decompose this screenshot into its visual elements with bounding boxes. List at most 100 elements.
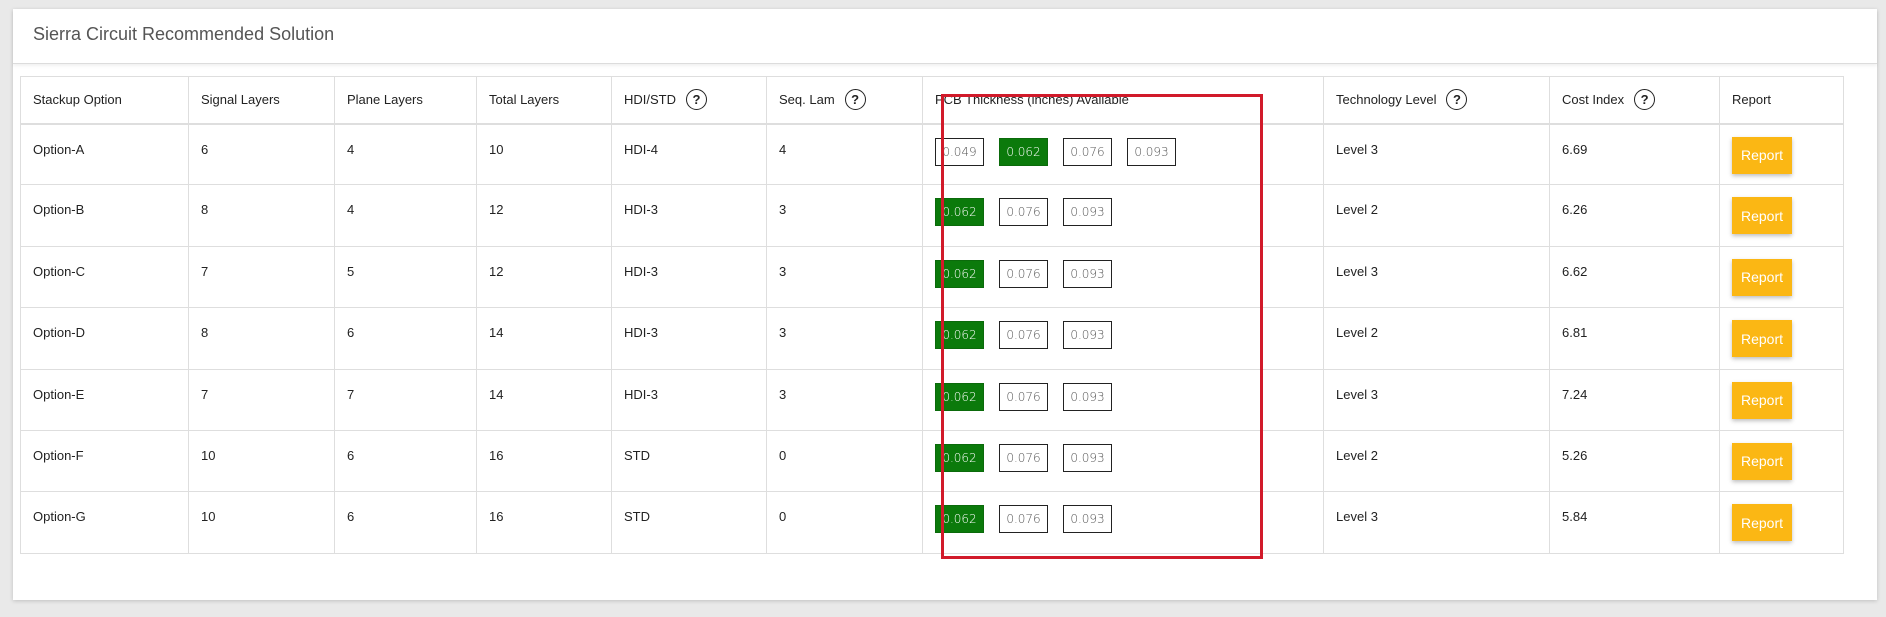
thickness-option[interactable]: 0.076	[999, 198, 1048, 227]
technology-level-cell: Level 3	[1323, 491, 1550, 554]
column-header-stackup-option: Stackup Option	[20, 76, 189, 125]
thickness-option[interactable]: 0.076	[999, 321, 1048, 350]
thickness-option[interactable]: 0.093	[1063, 443, 1112, 472]
thickness-option-selected[interactable]: 0.062	[935, 382, 984, 411]
thickness-option-selected[interactable]: 0.062	[935, 259, 984, 288]
thickness-options: 0.062 0.076 0.093	[935, 321, 1311, 350]
total-layers-cell: 16	[476, 429, 612, 493]
total-layers-cell: 10	[476, 122, 612, 186]
cost-index-cell: 5.84	[1549, 491, 1720, 554]
report-button[interactable]: Report	[1732, 320, 1792, 358]
thickness-option[interactable]: 0.049	[935, 137, 984, 166]
pcb-thickness-cell: 0.062 0.076 0.093	[922, 491, 1324, 554]
stackup-option-cell: Option-D	[20, 307, 189, 370]
technology-level-cell: Level 2	[1323, 429, 1550, 493]
column-header-seq-lam: Seq. Lam?	[766, 76, 923, 125]
column-header-plane-layers: Plane Layers	[334, 76, 477, 125]
column-header-content: Report	[1732, 92, 1831, 107]
stackup-option-cell: Option-E	[20, 368, 189, 431]
plane-layers-cell: 7	[334, 368, 477, 431]
thickness-option-selected[interactable]: 0.062	[935, 505, 984, 534]
report-cell: Report	[1719, 122, 1844, 186]
column-header-label: Seq. Lam	[779, 92, 835, 108]
column-header-label: Signal Layers	[201, 92, 280, 108]
column-header-technology-level: Technology Level?	[1323, 76, 1550, 125]
thickness-options: 0.049 0.062 0.076 0.093	[935, 137, 1311, 166]
hdi-std-cell: HDI-4	[611, 122, 767, 186]
thickness-option[interactable]: 0.093	[1063, 321, 1112, 350]
cost-index-cell: 7.24	[1549, 368, 1720, 431]
pcb-thickness-cell: 0.062 0.076 0.093	[922, 245, 1324, 309]
thickness-option[interactable]: 0.076	[999, 443, 1048, 472]
column-header-label: HDI/STD	[624, 92, 676, 108]
pcb-thickness-cell: 0.062 0.076 0.093	[922, 184, 1324, 247]
plane-layers-cell: 6	[334, 429, 477, 493]
seq-lam-cell: 0	[766, 429, 923, 493]
report-cell: Report	[1719, 429, 1844, 493]
signal-layers-cell: 8	[188, 184, 335, 247]
help-icon[interactable]: ?	[686, 89, 707, 111]
technology-level-cell: Level 3	[1323, 368, 1550, 431]
column-header-content: Stackup Option	[33, 92, 176, 107]
thickness-option[interactable]: 0.076	[1063, 137, 1112, 166]
report-button[interactable]: Report	[1732, 442, 1792, 480]
thickness-option[interactable]: 0.076	[999, 505, 1048, 534]
thickness-option[interactable]: 0.093	[1063, 505, 1112, 534]
column-header-content: Signal Layers	[201, 92, 322, 107]
column-header-label: Report	[1732, 92, 1772, 108]
seq-lam-cell: 3	[766, 307, 923, 370]
help-icon[interactable]: ?	[844, 89, 866, 111]
stackup-option-cell: Option-B	[20, 184, 189, 247]
thickness-option[interactable]: 0.076	[999, 259, 1048, 288]
stackup-option-cell: Option-G	[20, 491, 189, 554]
thickness-option[interactable]: 0.093	[1063, 198, 1112, 227]
help-icon[interactable]: ?	[1634, 89, 1656, 111]
report-button[interactable]: Report	[1732, 381, 1792, 419]
column-header-cost-index: Cost Index?	[1549, 76, 1720, 125]
hdi-std-cell: HDI-3	[611, 307, 767, 370]
table-body: Option-A 6 4 10 HDI-4 4 0.049 0.062 0.076 0.093 Le…	[20, 122, 1844, 554]
technology-level-cell: Level 2	[1323, 184, 1550, 247]
column-header-content: Cost Index?	[1562, 89, 1707, 111]
column-header-hdi-std: HDI/STD?	[611, 76, 767, 125]
table-row: Option-F 10 6 16 STD 0 0.062 0.076 0.093 Level 25…	[20, 429, 1844, 493]
help-icon[interactable]: ?	[1446, 89, 1468, 111]
column-header-label: Technology Level	[1336, 92, 1437, 108]
seq-lam-cell: 0	[766, 491, 923, 554]
hdi-std-cell: STD	[611, 429, 767, 493]
report-button[interactable]: Report	[1732, 504, 1792, 542]
table-header-row: Stackup Option Signal Layers Plane Layers T…	[20, 76, 1844, 125]
thickness-option[interactable]: 0.093	[1063, 382, 1112, 411]
thickness-option[interactable]: 0.093	[1063, 259, 1112, 288]
cost-index-cell: 6.81	[1549, 307, 1720, 370]
thickness-option-selected[interactable]: 0.062	[999, 137, 1048, 166]
thickness-option[interactable]: 0.076	[999, 382, 1048, 411]
column-header-label: Stackup Option	[33, 92, 122, 108]
signal-layers-cell: 6	[188, 122, 335, 186]
cost-index-cell: 5.26	[1549, 429, 1720, 493]
hdi-std-cell: HDI-3	[611, 368, 767, 431]
thickness-option-selected[interactable]: 0.062	[935, 443, 984, 472]
seq-lam-cell: 3	[766, 368, 923, 431]
thickness-option-selected[interactable]: 0.062	[935, 198, 984, 227]
cost-index-cell: 6.69	[1549, 122, 1720, 186]
column-header-content: Total Layers	[489, 92, 599, 107]
column-header-label: Total Layers	[489, 92, 560, 108]
thickness-option[interactable]: 0.093	[1127, 137, 1176, 166]
column-header-content: Plane Layers	[347, 92, 464, 107]
thickness-options: 0.062 0.076 0.093	[935, 443, 1311, 472]
report-button[interactable]: Report	[1732, 136, 1792, 174]
report-button[interactable]: Report	[1732, 258, 1792, 296]
report-cell: Report	[1719, 307, 1844, 370]
thickness-option-selected[interactable]: 0.062	[935, 321, 984, 350]
technology-level-cell: Level 3	[1323, 122, 1550, 186]
column-header-pcb-thickness-inches-available: PCB Thickness (inches) Available	[922, 76, 1324, 125]
seq-lam-cell: 4	[766, 122, 923, 186]
report-cell: Report	[1719, 245, 1844, 309]
hdi-std-cell: STD	[611, 491, 767, 554]
table-row: Option-A 6 4 10 HDI-4 4 0.049 0.062 0.076 0.093 Le…	[20, 122, 1844, 186]
hdi-std-cell: HDI-3	[611, 245, 767, 309]
column-header-label: PCB Thickness (inches) Available	[935, 92, 1129, 108]
report-button[interactable]: Report	[1732, 197, 1792, 235]
column-header-signal-layers: Signal Layers	[188, 76, 335, 125]
